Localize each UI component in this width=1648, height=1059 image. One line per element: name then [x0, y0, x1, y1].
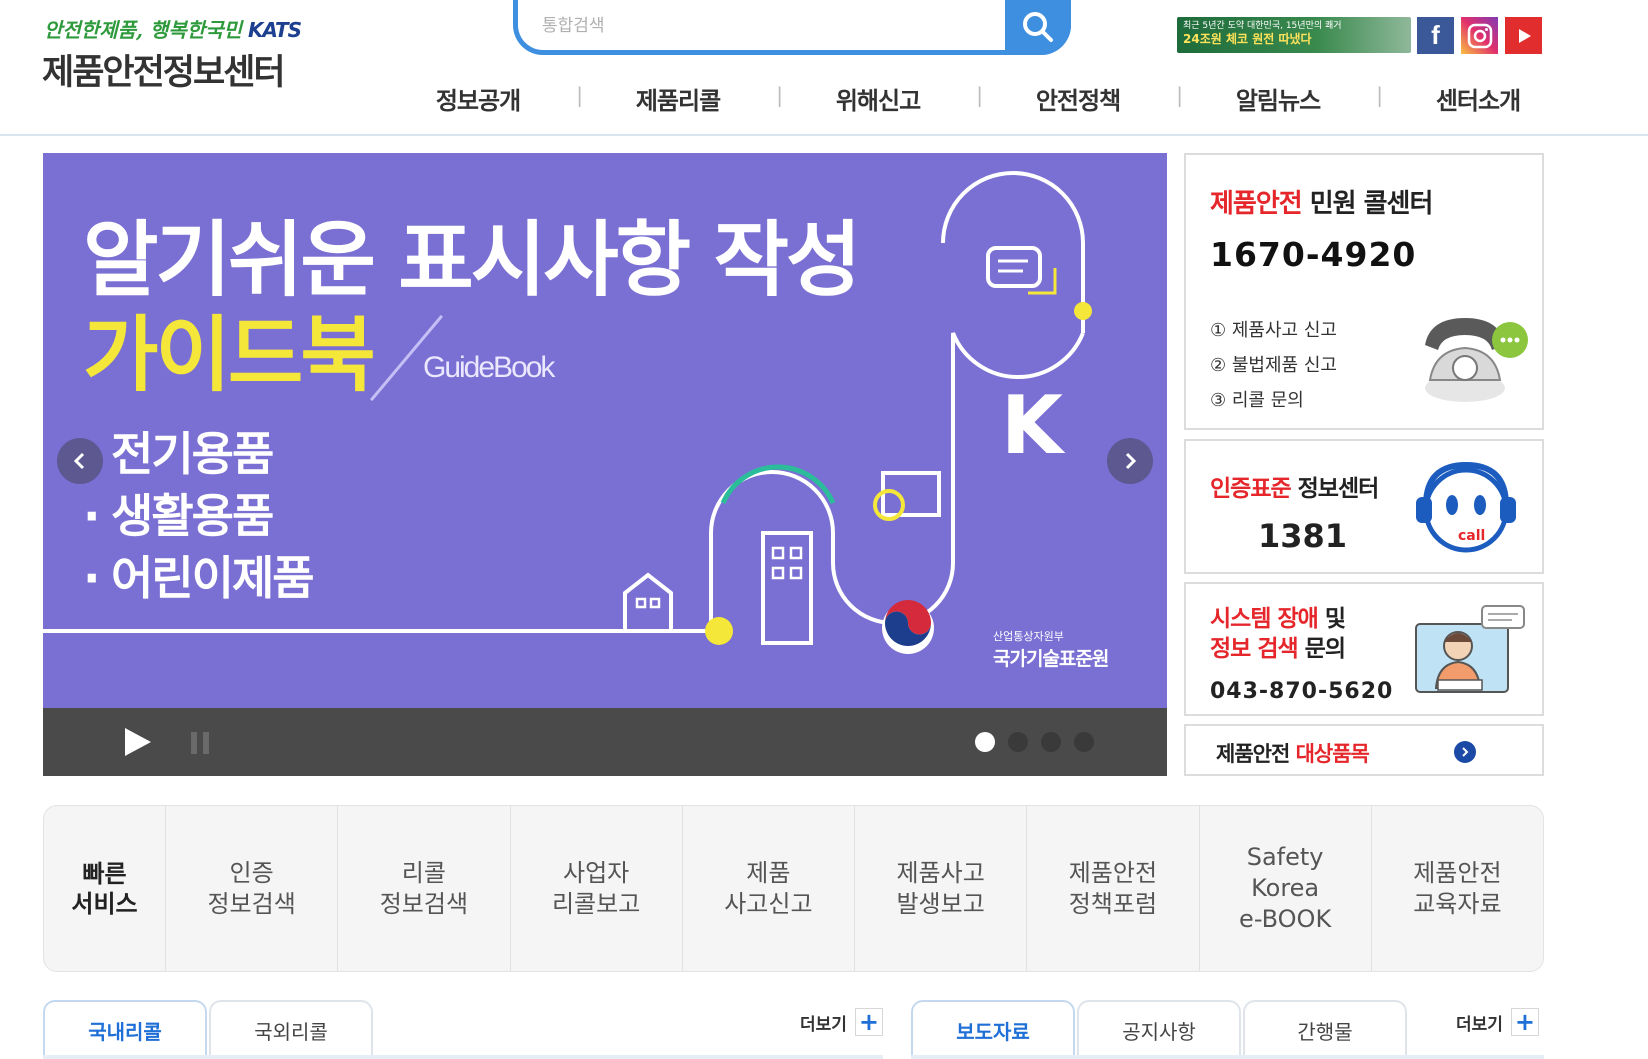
- search-icon: [1023, 12, 1053, 42]
- banner-category-3: · 어린이제품: [83, 551, 315, 605]
- operator-monitor-icon: [1415, 605, 1525, 693]
- tagline-text: 안전한제품, 행복한국민: [44, 18, 242, 42]
- quick-recall-search[interactable]: 리콜 정보검색: [338, 806, 511, 971]
- tab-notice[interactable]: 공지사항: [1077, 1000, 1241, 1059]
- quick-accident-occurrence-report[interactable]: 제품사고 발생보고: [855, 806, 1028, 971]
- chevron-left-icon: [73, 452, 85, 470]
- search-input[interactable]: [542, 12, 982, 40]
- pause-icon[interactable]: [189, 730, 213, 756]
- quick-education-materials[interactable]: 제품안전 교육자료: [1372, 806, 1543, 971]
- banner-dot-1[interactable]: [975, 732, 995, 752]
- banner-categories: 전기용품 · 생활용품 · 어린이제품: [83, 423, 315, 609]
- ministry-logo: 산업통상자원부 국가기술표준원: [993, 628, 1109, 671]
- callcenter-phone: 1670-4920: [1210, 235, 1417, 274]
- instagram-icon[interactable]: [1461, 17, 1498, 54]
- callcenter-card[interactable]: 제품안전 민원 콜센터 1670-4920 ① 제품사고 신고 ② 불법제품 신…: [1184, 153, 1544, 430]
- headset-character-icon: call: [1416, 461, 1516, 553]
- plus-icon: +: [854, 1008, 883, 1036]
- top-promo-banner[interactable]: 최근 5년간 도약 대한민국, 15년만의 쾌거 24조원 체코 원전 따냈다: [1177, 17, 1411, 53]
- youtube-icon[interactable]: [1505, 17, 1542, 54]
- banner-category-2: · 생활용품: [83, 489, 274, 543]
- search-button[interactable]: [1005, 0, 1071, 55]
- kats-logo: KATS: [247, 18, 302, 42]
- play-icon[interactable]: [123, 726, 153, 758]
- banner-dot-2[interactable]: [1008, 732, 1028, 752]
- cert-center-phone: 1381: [1258, 517, 1348, 555]
- banner-pagination: [975, 732, 1094, 752]
- logo-tagline[interactable]: 안전한제품, 행복한국민 KATS: [44, 14, 302, 43]
- tab-overseas-recall[interactable]: 국외리콜: [209, 1000, 373, 1059]
- news-tabs: 보도자료 공지사항 간행물: [911, 1000, 1409, 1059]
- quick-service-bar: 빠른 서비스 인증 정보검색 리콜 정보검색 사업자 리콜보고 제품 사고신고 …: [43, 805, 1544, 972]
- quick-business-recall-report[interactable]: 사업자 리콜보고: [511, 806, 683, 971]
- chevron-right-icon: [1125, 452, 1137, 470]
- callcenter-list: ① 제품사고 신고 ② 불법제품 신고 ③ 리콜 문의: [1210, 313, 1337, 418]
- more-label: 더보기: [1456, 1014, 1503, 1035]
- quick-accident-report[interactable]: 제품 사고신고: [683, 806, 855, 971]
- nav-hazard-report[interactable]: 위해신고: [778, 81, 982, 116]
- system-support-card[interactable]: 시스템 장애 및 정보 검색 문의 043-870-5620: [1184, 582, 1544, 716]
- more-label: 더보기: [800, 1014, 847, 1035]
- svg-text:call: call: [1458, 528, 1485, 544]
- nav-product-recall[interactable]: 제품리콜: [578, 81, 782, 116]
- tab-press-release[interactable]: 보도자료: [911, 1000, 1075, 1059]
- svg-text:K: K: [1001, 379, 1066, 472]
- cert-center-card[interactable]: 인증표준 정보센터 1381 call: [1184, 439, 1544, 574]
- site-title[interactable]: 제품안전정보센터: [42, 44, 286, 95]
- banner-category-1: 전기용품: [111, 427, 274, 481]
- system-support-title: 시스템 장애 및 정보 검색 문의: [1210, 606, 1346, 662]
- banner-next-button[interactable]: [1107, 438, 1153, 484]
- nav-about[interactable]: 센터소개: [1378, 81, 1578, 116]
- quick-service-title: 빠른 서비스: [44, 806, 166, 971]
- ministry-parent: 산업통상자원부: [993, 630, 1064, 643]
- banner-prev-button[interactable]: [57, 438, 103, 484]
- callcenter-title: 제품안전 민원 콜센터: [1210, 189, 1433, 219]
- banner-controls: [43, 708, 1167, 776]
- target-items-label: 제품안전 대상품목: [1216, 742, 1370, 766]
- recall-tabs: 국내리콜 국외리콜: [43, 1000, 375, 1059]
- banner-subtitle: 가이드북: [83, 308, 376, 403]
- target-items-link[interactable]: 제품안전 대상품목: [1184, 724, 1544, 776]
- nav-info-disclosure[interactable]: 정보공개: [378, 81, 582, 116]
- promo-line2: 24조원 체코 원전 따냈다: [1183, 32, 1312, 46]
- news-tab-underline: [911, 1055, 1544, 1059]
- site-header: 안전한제품, 행복한국민KATS 제품안전정보센터 최근 5년간 도약 대한민국…: [0, 0, 1648, 136]
- news-more-button[interactable]: 더보기 +: [1456, 1008, 1539, 1036]
- telephone-icon: [1425, 318, 1528, 402]
- callcenter-item: ② 불법제품 신고: [1210, 355, 1337, 376]
- quick-policy-forum[interactable]: 제품안전 정책포럼: [1027, 806, 1200, 971]
- ministry-name: 국가기술표준원: [993, 648, 1109, 670]
- recall-more-button[interactable]: 더보기 +: [800, 1008, 883, 1036]
- chevron-right-icon: [1454, 741, 1476, 763]
- nav-safety-policy[interactable]: 안전정책: [978, 81, 1182, 116]
- tab-domestic-recall[interactable]: 국내리콜: [43, 1000, 207, 1059]
- facebook-icon[interactable]: f: [1417, 17, 1454, 54]
- recall-tab-underline: [43, 1055, 883, 1059]
- system-support-phone: 043-870-5620: [1210, 679, 1394, 704]
- quick-safety-korea-ebook[interactable]: Safety Korea e-BOOK: [1200, 806, 1372, 971]
- nav-news[interactable]: 알림뉴스: [1178, 81, 1382, 116]
- tab-publications[interactable]: 간행물: [1243, 1000, 1407, 1059]
- banner-dot-4[interactable]: [1074, 732, 1094, 752]
- cert-center-title: 인증표준 정보센터: [1210, 476, 1379, 502]
- search-box: [513, 0, 1071, 55]
- plus-icon: +: [1510, 1008, 1539, 1036]
- main-banner[interactable]: K 알기쉬운 표시사항 작성 가이드북 GuideBook 전기용품 · 생활용품…: [43, 153, 1167, 708]
- quick-cert-search[interactable]: 인증 정보검색: [166, 806, 339, 971]
- main-nav: 정보공개 제품리콜 위해신고 안전정책 알림뉴스 센터소개: [378, 78, 1578, 118]
- banner-dot-3[interactable]: [1041, 732, 1061, 752]
- callcenter-item: ① 제품사고 신고: [1210, 320, 1337, 341]
- callcenter-item: ③ 리콜 문의: [1210, 390, 1304, 411]
- banner-guidebook-text: GuideBook: [423, 351, 555, 384]
